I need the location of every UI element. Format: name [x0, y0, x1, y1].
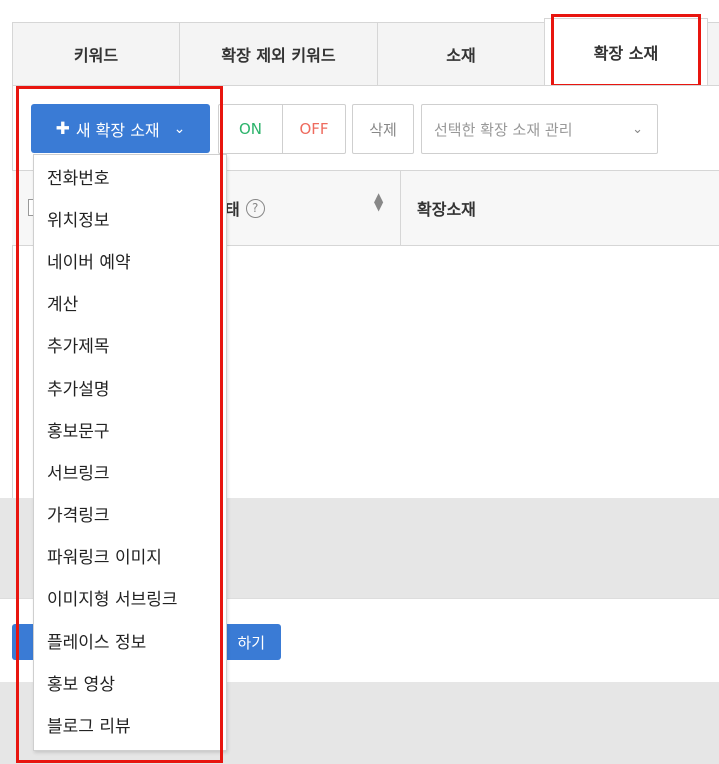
plus-icon: ✚	[55, 118, 70, 139]
dropdown-item-extra-title[interactable]: 추가제목	[34, 324, 226, 366]
column-status-label: 태	[225, 200, 240, 219]
dropdown-item-location[interactable]: 위치정보	[34, 197, 226, 239]
tab-excluded-keywords-label: 확장 제외 키워드	[221, 46, 336, 65]
delete-button[interactable]: 삭제	[352, 104, 414, 154]
apply-button-label: 하기	[237, 633, 265, 652]
chevron-down-icon: ⌄	[173, 120, 186, 137]
dropdown-item-phone[interactable]: 전화번호	[34, 155, 226, 197]
dropdown-item-image-sublink[interactable]: 이미지형 서브링크	[34, 577, 226, 619]
chevron-down-icon: ⌄	[632, 121, 643, 137]
dropdown-item-sublink[interactable]: 서브링크	[34, 450, 226, 492]
tab-creatives[interactable]: 소재	[377, 22, 545, 86]
column-status: 태 ?	[225, 196, 265, 220]
off-button[interactable]: OFF	[282, 105, 345, 153]
tab-creatives-label: 소재	[446, 46, 476, 65]
sort-icon[interactable]: ▲ ▼	[374, 191, 383, 212]
tab-keywords[interactable]: 키워드	[12, 22, 180, 86]
dropdown-item-price-link[interactable]: 가격링크	[34, 493, 226, 535]
help-icon[interactable]: ?	[245, 198, 265, 218]
tab-keywords-label: 키워드	[73, 46, 119, 65]
on-off-toggle-group: ON OFF	[218, 104, 346, 154]
dropdown-item-promo-text[interactable]: 홍보문구	[34, 408, 226, 450]
new-extension-dropdown: 전화번호 위치정보 네이버 예약 계산 추가제목 추가설명 홍보문구 서브링크 …	[33, 154, 227, 751]
dropdown-item-payment[interactable]: 계산	[34, 282, 226, 324]
tab-bar: 키워드 확장 제외 키워드 소재 확장 소재	[12, 14, 719, 87]
new-extension-button[interactable]: ✚ 새 확장 소재 ⌄	[31, 104, 210, 153]
dropdown-item-naver-booking[interactable]: 네이버 예약	[34, 239, 226, 281]
dropdown-item-promo-video[interactable]: 홍보 영상	[34, 661, 226, 703]
new-extension-label: 새 확장 소재	[75, 120, 160, 140]
column-extension: 확장소재	[417, 200, 476, 219]
tab-extensions[interactable]: 확장 소재	[544, 18, 708, 86]
dropdown-item-powerlink-image[interactable]: 파워링크 이미지	[34, 535, 226, 577]
manage-selected-placeholder: 선택한 확장 소재 관리	[434, 120, 573, 139]
tab-extensions-label: 확장 소재	[593, 44, 659, 63]
tab-more[interactable]	[707, 22, 719, 86]
manage-selected-select[interactable]: 선택한 확장 소재 관리 ⌄	[421, 104, 658, 154]
tab-excluded-keywords[interactable]: 확장 제외 키워드	[179, 22, 378, 86]
dropdown-item-extra-description[interactable]: 추가설명	[34, 366, 226, 408]
dropdown-item-place-info[interactable]: 플레이스 정보	[34, 619, 226, 661]
dropdown-item-blog-review[interactable]: 블로그 리뷰	[34, 703, 226, 745]
column-divider	[400, 170, 401, 246]
on-button[interactable]: ON	[219, 105, 282, 153]
